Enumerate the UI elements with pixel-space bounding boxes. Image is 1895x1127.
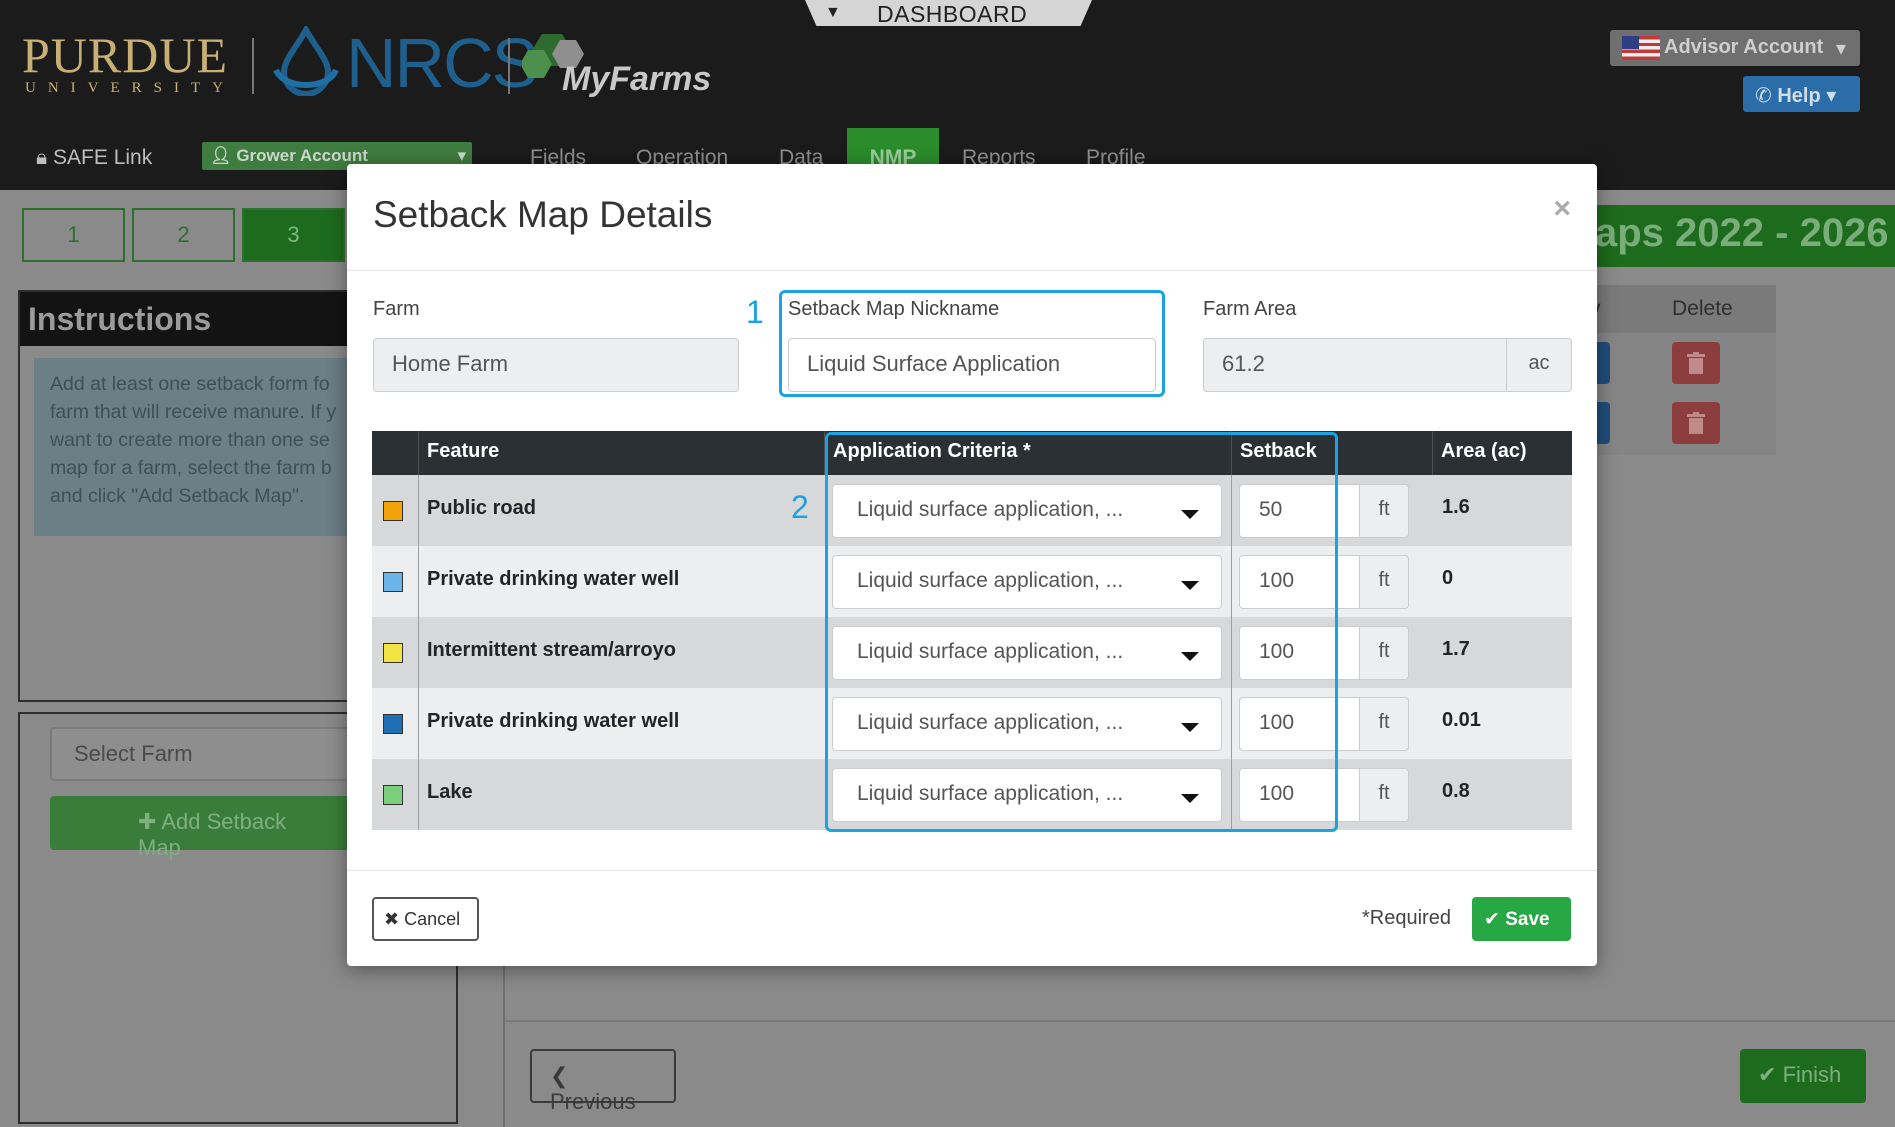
plus-icon: ✚ xyxy=(138,809,157,834)
nickname-label: Setback Map Nickname xyxy=(788,298,1000,320)
setback-unit: ft xyxy=(1359,484,1409,538)
feature-name: Private drinking water well xyxy=(427,710,680,732)
feature-name: Lake xyxy=(427,781,473,803)
save-button[interactable]: ✔ Save xyxy=(1472,897,1571,941)
farm-area-field: 61.2 xyxy=(1203,338,1507,392)
finish-button[interactable]: ✔ Finish xyxy=(1740,1049,1866,1103)
select-farm-dropdown[interactable]: Select Farm xyxy=(50,727,390,781)
modal-divider xyxy=(347,870,1597,871)
delete-column-header: Delete xyxy=(1672,297,1733,320)
feature-column-header: Feature xyxy=(427,440,500,462)
area-value: 1.6 xyxy=(1442,496,1470,518)
farm-area-unit: ac xyxy=(1506,338,1572,392)
delete-button[interactable] xyxy=(1672,342,1720,384)
setback-maps-title: aps 2022 - 2026 xyxy=(1595,205,1895,267)
feature-color-swatch xyxy=(383,572,403,592)
advisor-account-dropdown[interactable]: Advisor Account ▾ xyxy=(1610,30,1860,66)
add-setback-map-button[interactable]: ✚ Add Setback Map xyxy=(50,796,390,860)
setback-map-details-modal: Setback Map Details × Farm Home Farm 1 S… xyxy=(347,164,1597,966)
water-drop-icon xyxy=(273,23,339,97)
step-2-button[interactable]: 2 xyxy=(132,208,235,262)
step-3-button[interactable]: 3 xyxy=(242,208,345,262)
feature-color-swatch xyxy=(383,643,403,663)
caret-down-icon: ▾ xyxy=(457,146,466,165)
callout-2: 2 xyxy=(791,489,809,525)
user-icon: 👤︎ xyxy=(210,146,232,165)
farm-field: Home Farm xyxy=(373,338,739,392)
area-value: 0.01 xyxy=(1442,709,1481,731)
trash-icon xyxy=(1687,412,1705,434)
feature-color-swatch xyxy=(383,785,403,805)
close-icon[interactable]: × xyxy=(1553,192,1571,226)
cancel-button[interactable]: ✖ Cancel xyxy=(372,897,479,941)
lock-icon: 🔒︎ xyxy=(36,146,48,169)
feature-name: Public road xyxy=(427,497,536,519)
check-icon: ✔ xyxy=(1758,1062,1777,1087)
area-value: 0.8 xyxy=(1442,780,1470,802)
setback-unit: ft xyxy=(1359,626,1409,680)
callout-1: 1 xyxy=(746,294,764,330)
caret-down-icon: ▾ xyxy=(1826,85,1837,107)
farm-area-label: Farm Area xyxy=(1203,298,1297,320)
caret-down-icon: ▾ xyxy=(1835,38,1846,60)
chevron-left-icon: ❮ xyxy=(550,1063,569,1088)
feature-color-swatch xyxy=(383,501,403,521)
help-dropdown[interactable]: ✆ Help ▾ xyxy=(1743,76,1860,112)
phone-icon: ✆ xyxy=(1755,85,1772,107)
nrcs-logo: NRCS xyxy=(270,23,538,101)
delete-button[interactable] xyxy=(1672,402,1720,444)
modal-divider xyxy=(347,270,1597,271)
logo-divider xyxy=(252,38,254,94)
feature-color-swatch xyxy=(383,714,403,734)
farm-label: Farm xyxy=(373,298,420,320)
caret-down-icon: ▼ xyxy=(825,4,841,21)
myfarms-logo: MyFarms xyxy=(520,30,711,98)
close-icon: ✖ xyxy=(384,909,400,929)
wizard-footer xyxy=(505,1020,1895,1127)
previous-button[interactable]: ❮ Previous xyxy=(530,1049,676,1114)
check-icon: ✔ xyxy=(1484,909,1500,930)
nickname-input[interactable]: Liquid Surface Application xyxy=(788,338,1156,392)
trash-icon xyxy=(1687,352,1705,374)
feature-name: Intermittent stream/arroyo xyxy=(427,639,676,661)
dashboard-tab[interactable]: ▼ DASHBOARD xyxy=(805,0,1092,26)
required-note: *Required xyxy=(1362,907,1451,929)
us-flag-icon xyxy=(1622,36,1660,60)
safe-link[interactable]: 🔒︎ SAFE Link xyxy=(36,146,152,170)
area-value: 0 xyxy=(1442,567,1454,589)
setback-unit: ft xyxy=(1359,555,1409,609)
step-1-button[interactable]: 1 xyxy=(22,208,125,262)
area-column-header: Area (ac) xyxy=(1441,440,1527,462)
modal-title: Setback Map Details xyxy=(373,194,713,235)
area-value: 1.7 xyxy=(1442,638,1470,660)
logo-divider xyxy=(508,38,510,94)
purdue-logo: PURDUE UNIVERSITY xyxy=(22,27,235,96)
setback-unit: ft xyxy=(1359,697,1409,751)
setback-unit: ft xyxy=(1359,768,1409,822)
callout-criteria-setback-highlight xyxy=(825,432,1338,832)
feature-name: Private drinking water well xyxy=(427,568,680,590)
